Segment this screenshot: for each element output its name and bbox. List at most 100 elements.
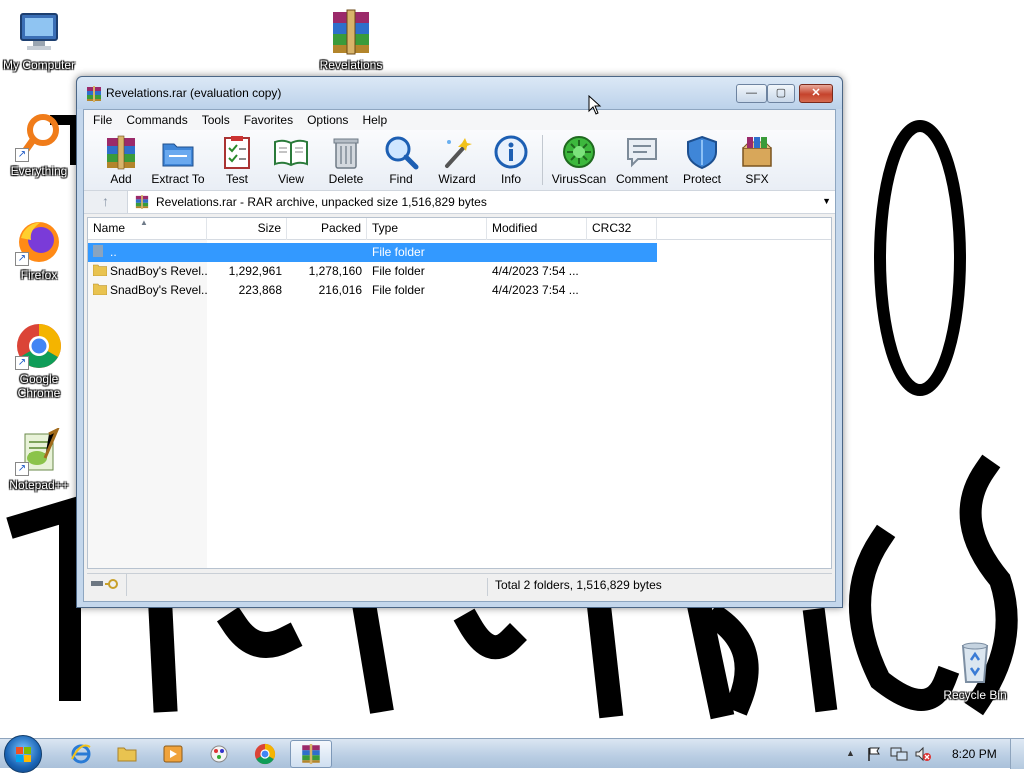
toolbar-label: Test <box>225 172 248 186</box>
window-client: File Commands Tools Favorites Options He… <box>83 109 836 602</box>
desktop-icon-everything[interactable]: ↗ Everything <box>1 114 77 178</box>
internet-explorer-icon <box>71 744 91 764</box>
toolbar-label: Extract To <box>151 172 205 186</box>
desktop-icon-notepadpp[interactable]: ↗ Notepad++ <box>1 426 77 492</box>
shortcut-arrow-icon: ↗ <box>15 356 29 370</box>
column-header-crc32[interactable]: CRC32 <box>587 218 657 240</box>
row-name: SnadBoy's Revel... <box>110 264 207 278</box>
show-desktop-button[interactable] <box>1010 739 1024 769</box>
shortcut-arrow-icon: ↗ <box>15 252 29 266</box>
taskbar-media-player[interactable] <box>152 740 194 768</box>
taskbar-chrome[interactable] <box>244 740 286 768</box>
paint-icon <box>210 745 228 763</box>
chrome-icon: ↗ <box>15 322 63 370</box>
desktop-icon-label: Firefox <box>20 268 58 282</box>
archive-path[interactable]: Revelations.rar - RAR archive, unpacked … <box>156 195 487 209</box>
toolbar-label: Delete <box>328 172 364 186</box>
menu-commands[interactable]: Commands <box>119 113 194 127</box>
winrar-icon <box>87 86 101 102</box>
desktop-icon-google-chrome[interactable]: ↗ Google Chrome <box>1 322 77 400</box>
menu-help[interactable]: Help <box>355 113 394 127</box>
up-one-level-button[interactable]: ↑ <box>84 191 128 213</box>
tray-expand-button[interactable]: ▲ <box>846 748 855 758</box>
title-bar[interactable]: Revelations.rar (evaluation copy) — ▢ ✕ <box>77 77 842 109</box>
maximize-button[interactable]: ▢ <box>767 84 795 103</box>
volume-muted-icon[interactable] <box>914 746 932 762</box>
cell-size <box>207 243 287 262</box>
start-button[interactable] <box>4 735 42 773</box>
column-header-modified[interactable]: Modified <box>487 218 587 240</box>
add-button[interactable]: Add <box>98 130 144 190</box>
toolbar-label: Add <box>110 172 132 186</box>
sfx-box-icon <box>742 137 772 167</box>
column-header-size[interactable]: Size <box>207 218 287 240</box>
find-magnifier-icon <box>385 136 419 170</box>
column-header-name[interactable]: Name ▲ <box>88 218 207 240</box>
toolbar-label: Comment <box>615 172 668 186</box>
file-list[interactable]: Name ▲ Size Packed Type Modified CRC32 .… <box>87 217 832 569</box>
cell-size: 223,868 <box>238 283 282 297</box>
cell-packed <box>287 243 367 262</box>
delete-trash-icon <box>333 138 359 169</box>
toolbar-label: Wizard <box>438 172 476 186</box>
toolbar-label: Find <box>389 172 413 186</box>
cell-packed: 1,278,160 <box>308 264 362 278</box>
wizard-button[interactable]: Wizard <box>430 130 484 190</box>
protect-button[interactable]: Protect <box>673 130 731 190</box>
test-button[interactable]: Test <box>212 130 262 190</box>
clock[interactable]: 8:20 PM <box>952 747 997 761</box>
windows-logo-icon <box>16 747 31 762</box>
menu-favorites[interactable]: Favorites <box>237 113 300 127</box>
list-row[interactable]: SnadBoy's Revel... 1,292,961 1,278,160 F… <box>88 262 657 281</box>
view-button[interactable]: View <box>262 130 320 190</box>
cell-packed: 216,016 <box>318 283 362 297</box>
taskbar-winrar[interactable] <box>290 740 332 768</box>
list-row[interactable]: SnadBoy's Revel... 223,868 216,016 File … <box>88 281 657 300</box>
winrar-icon <box>135 195 149 209</box>
toolbar: Add Extract To Test View Delete Find Wiz… <box>84 130 835 190</box>
comment-button[interactable]: Comment <box>611 130 673 190</box>
delete-button[interactable]: Delete <box>320 130 372 190</box>
toolbar-label: VirusScan <box>551 172 607 186</box>
close-button[interactable]: ✕ <box>799 84 833 103</box>
cell-crc32 <box>587 281 657 300</box>
desktop-icon-label: My Computer <box>2 58 76 72</box>
desktop-icon-my-computer[interactable]: My Computer <box>1 8 77 72</box>
virusscan-button[interactable]: VirusScan <box>547 130 611 190</box>
menu-bar: File Commands Tools Favorites Options He… <box>84 110 835 130</box>
desktop-icon-firefox[interactable]: ↗ Firefox <box>1 218 77 282</box>
toolbar-separator <box>542 135 543 185</box>
desktop-icon-revelations[interactable]: Revelations <box>313 8 389 72</box>
toolbar-label: Info <box>500 172 521 186</box>
desktop-icon-label: Recycle Bin <box>943 688 1007 702</box>
menu-file[interactable]: File <box>86 113 119 127</box>
menu-options[interactable]: Options <box>300 113 355 127</box>
cell-name: .. <box>88 243 207 262</box>
minimize-button[interactable]: — <box>736 84 767 103</box>
info-button[interactable]: Info <box>484 130 538 190</box>
action-center-flag-icon[interactable] <box>866 746 882 762</box>
cell-name: SnadBoy's Revel... <box>88 281 207 300</box>
desktop-icon-label: Revelations <box>319 58 383 72</box>
winrar-archive-icon <box>327 8 375 56</box>
taskbar-paint[interactable] <box>198 740 240 768</box>
desktop-icon-recycle-bin[interactable]: Recycle Bin <box>937 638 1013 702</box>
desktop-icon-label: Everything <box>10 164 68 178</box>
cell-name: SnadBoy's Revel... <box>88 262 207 281</box>
menu-tools[interactable]: Tools <box>195 113 237 127</box>
parent-folder-icon <box>93 245 103 257</box>
sfx-button[interactable]: SFX <box>731 130 783 190</box>
column-header-packed[interactable]: Packed <box>287 218 367 240</box>
find-button[interactable]: Find <box>372 130 430 190</box>
extract-to-button[interactable]: Extract To <box>144 130 212 190</box>
desktop-icon-label: Google Chrome <box>17 372 61 400</box>
path-dropdown-button[interactable]: ▼ <box>822 196 831 206</box>
network-icon[interactable] <box>890 746 908 762</box>
add-archive-icon <box>107 135 135 170</box>
column-header-type[interactable]: Type <box>367 218 487 240</box>
taskbar-file-explorer[interactable] <box>106 740 148 768</box>
list-row-parent[interactable]: .. File folder <box>88 243 657 262</box>
cell-modified: 4/4/2023 7:54 ... <box>492 264 579 278</box>
status-bar: Total 2 folders, 1,516,829 bytes <box>87 573 832 596</box>
taskbar-internet-explorer[interactable] <box>60 740 102 768</box>
